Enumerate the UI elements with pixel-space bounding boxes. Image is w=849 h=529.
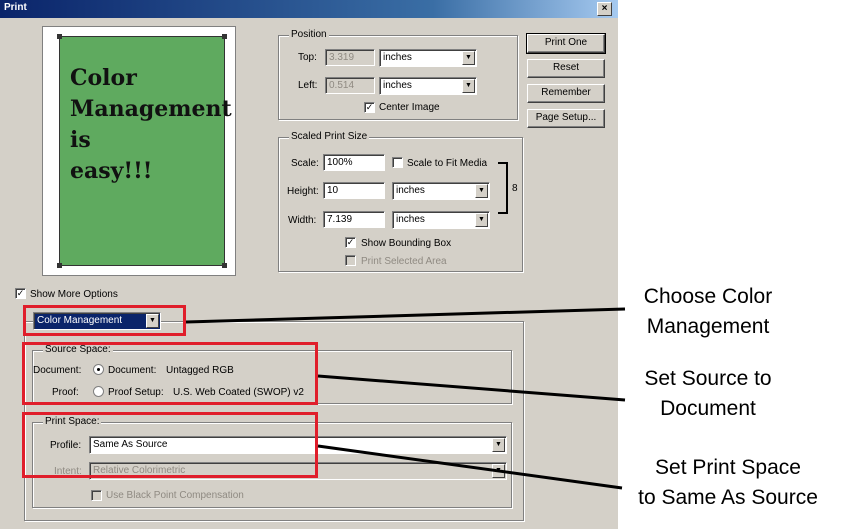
connector-print <box>317 444 623 490</box>
connector-choose <box>185 307 626 324</box>
annotation-choose-text: Choose Color Management <box>643 285 773 338</box>
annotation-set-print-space: Set Print Space to Same As Source <box>614 453 849 513</box>
connector-lines <box>185 307 626 490</box>
connector-source <box>317 374 626 402</box>
annotation-set-source: Set Source to Document <box>615 364 801 424</box>
annotation-choose-color-management: Choose Color Management <box>615 282 801 342</box>
annotation-source-text: Set Source to Document <box>644 367 772 420</box>
annotation-print-text: Set Print Space to Same As Source <box>638 456 818 509</box>
